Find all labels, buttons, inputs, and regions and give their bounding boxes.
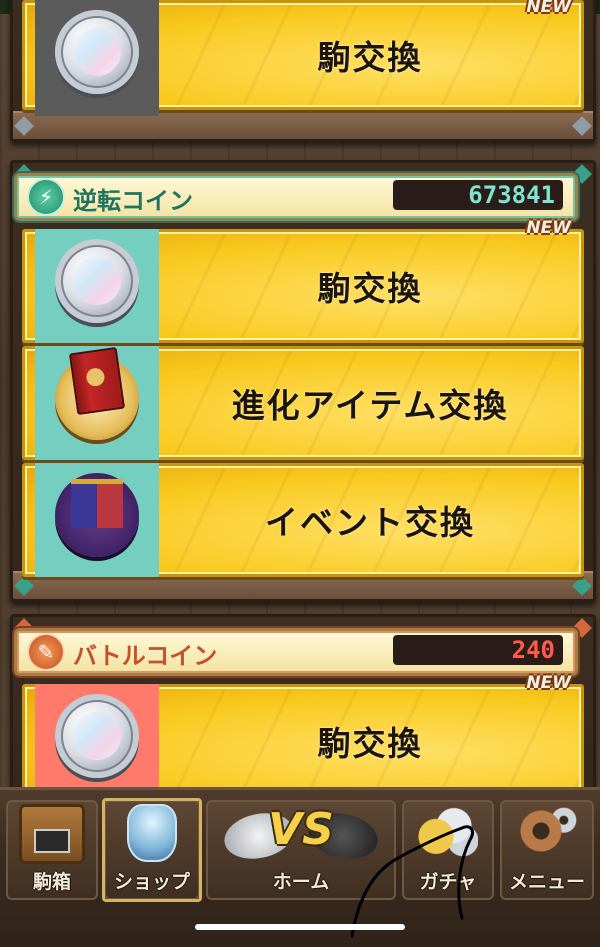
home-indicator[interactable] [195,924,405,930]
handwritten-scribble [350,825,474,938]
